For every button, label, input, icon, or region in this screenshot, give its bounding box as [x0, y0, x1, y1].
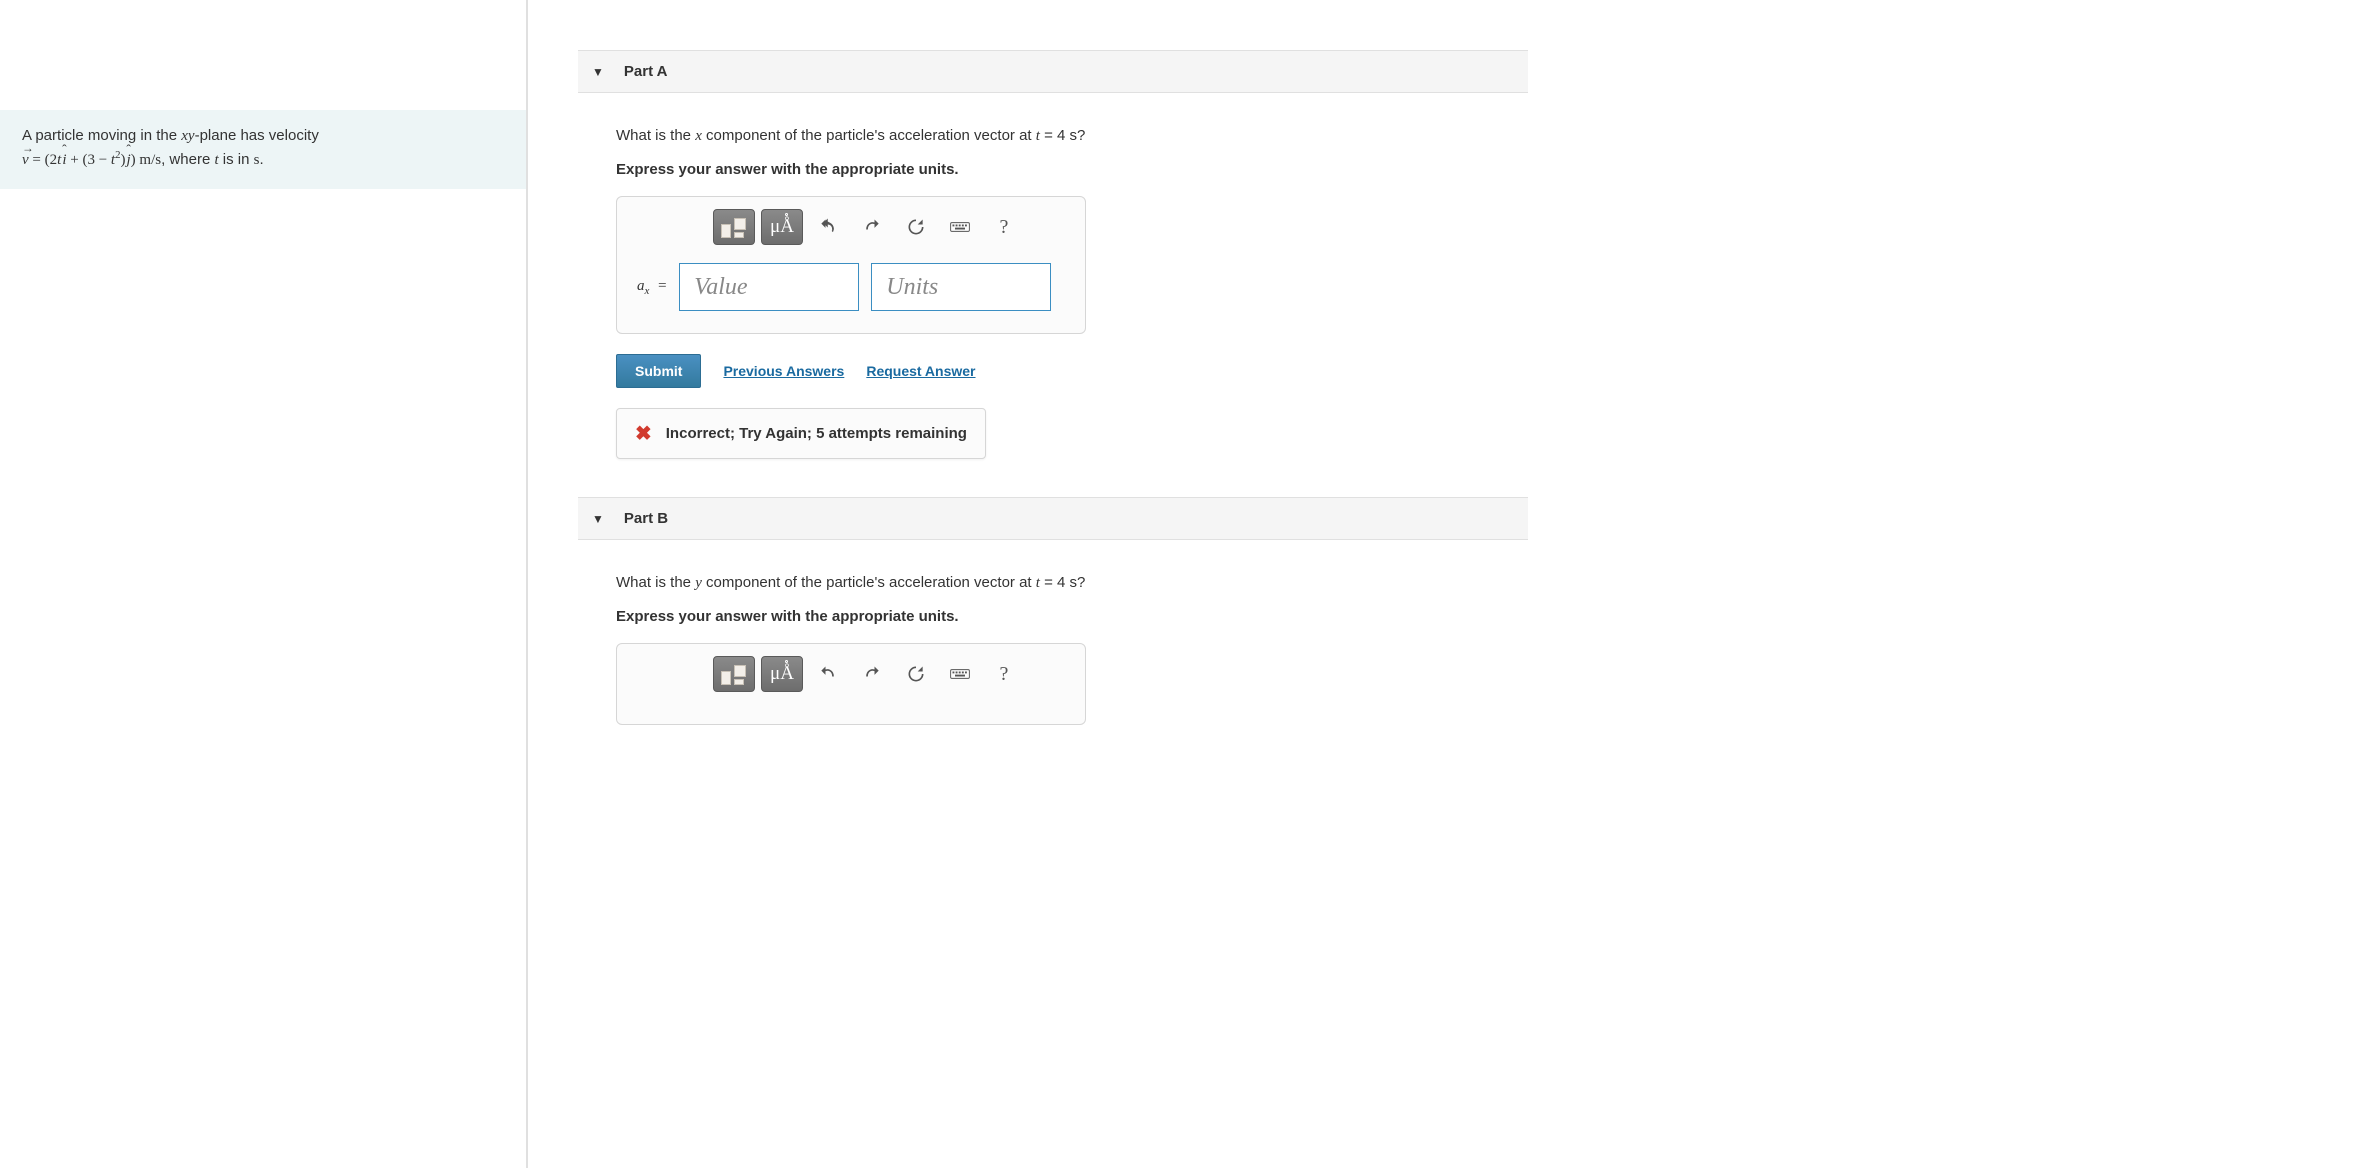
keyboard-button[interactable]	[941, 210, 979, 244]
mu-a-label-b: μÅ	[770, 663, 794, 685]
prompt-plus: + (3 −	[66, 152, 110, 168]
part-b-header[interactable]: ▼ Part B	[578, 497, 1528, 540]
prompt-text-2: -plane has velocity	[195, 127, 319, 144]
problem-statement: A particle moving in the xy-plane has ve…	[0, 110, 526, 189]
request-answer-link[interactable]: Request Answer	[866, 363, 975, 379]
prompt-text-1: A particle moving in the	[22, 127, 181, 144]
qA-mid: component of the particle's acceleration…	[702, 127, 1036, 144]
v-vector: v	[22, 149, 29, 172]
reset-icon	[906, 664, 926, 684]
lhs-sub: x	[645, 285, 650, 297]
part-b-hint: Express your answer with the appropriate…	[616, 608, 1528, 625]
value-input[interactable]: Value	[679, 263, 859, 311]
part-b-answer-panel: μÅ ?	[616, 643, 1086, 725]
units-input[interactable]: Units	[871, 263, 1051, 311]
keyboard-button[interactable]	[941, 657, 979, 691]
part-b-question: What is the y component of the particle'…	[616, 574, 1528, 592]
reset-button[interactable]	[897, 210, 935, 244]
prompt-tail: , where	[161, 151, 214, 168]
lhs-eq: =	[653, 278, 667, 294]
qB-mid: component of the particle's acceleration…	[702, 574, 1036, 591]
prompt-tail2: is in	[219, 151, 254, 168]
part-a-actions: Submit Previous Answers Request Answer	[616, 354, 1528, 388]
templates-button[interactable]	[713, 656, 755, 692]
part-b-title: Part B	[624, 510, 668, 527]
xy-var: xy	[181, 128, 194, 144]
part-a-hint: Express your answer with the appropriate…	[616, 161, 1528, 178]
redo-button[interactable]	[853, 657, 891, 691]
special-chars-button[interactable]: μÅ	[761, 656, 803, 692]
part-a-lhs: ax =	[637, 278, 667, 297]
mu-a-label: μÅ	[770, 216, 794, 238]
toolbar-help-button[interactable]: ?	[985, 210, 1023, 244]
toolbar-help-button[interactable]: ?	[985, 657, 1023, 691]
unit-m: m	[139, 152, 151, 168]
qB-pre: What is the	[616, 574, 695, 591]
qB-eq: = 4 s?	[1040, 574, 1085, 591]
qB-component: y	[695, 575, 702, 591]
i-hat: i	[62, 149, 66, 172]
keyboard-icon	[950, 217, 970, 237]
part-a: ▼ Part A What is the x component of the …	[578, 50, 1528, 469]
part-a-header[interactable]: ▼ Part A	[578, 50, 1528, 93]
part-b-toolbar: μÅ ?	[617, 644, 1085, 702]
j-hat: j	[126, 149, 130, 172]
redo-button[interactable]	[853, 210, 891, 244]
qA-component: x	[695, 128, 702, 144]
undo-button[interactable]	[809, 210, 847, 244]
units-placeholder: Units	[886, 274, 938, 301]
reset-icon	[906, 217, 926, 237]
lhs-a: a	[637, 278, 645, 294]
feedback-text: Incorrect; Try Again; 5 attempts remaini…	[666, 425, 967, 442]
submit-button[interactable]: Submit	[616, 354, 701, 388]
reset-button[interactable]	[897, 657, 935, 691]
part-a-toolbar: μÅ ?	[617, 197, 1085, 255]
t-var-1: t	[57, 152, 61, 168]
part-a-title: Part A	[624, 63, 668, 80]
value-placeholder: Value	[694, 274, 747, 301]
undo-icon	[818, 664, 838, 684]
undo-icon	[818, 217, 838, 237]
part-b: ▼ Part B What is the y component of the …	[578, 497, 1528, 735]
qA-eq: = 4 s?	[1040, 127, 1085, 144]
prompt-close: )	[120, 152, 125, 168]
redo-icon	[862, 217, 882, 237]
redo-icon	[862, 664, 882, 684]
previous-answers-link[interactable]: Previous Answers	[723, 363, 844, 379]
chevron-down-icon: ▼	[592, 65, 604, 79]
part-a-feedback: ✖ Incorrect; Try Again; 5 attempts remai…	[616, 408, 986, 459]
qA-pre: What is the	[616, 127, 695, 144]
part-a-answer-panel: μÅ ?	[616, 196, 1086, 334]
undo-button[interactable]	[809, 657, 847, 691]
keyboard-icon	[950, 664, 970, 684]
templates-button[interactable]	[713, 209, 755, 245]
incorrect-icon: ✖	[635, 421, 652, 446]
chevron-down-icon: ▼	[592, 512, 604, 526]
part-a-question: What is the x component of the particle'…	[616, 127, 1528, 145]
special-chars-button[interactable]: μÅ	[761, 209, 803, 245]
prompt-period: .	[259, 151, 263, 168]
